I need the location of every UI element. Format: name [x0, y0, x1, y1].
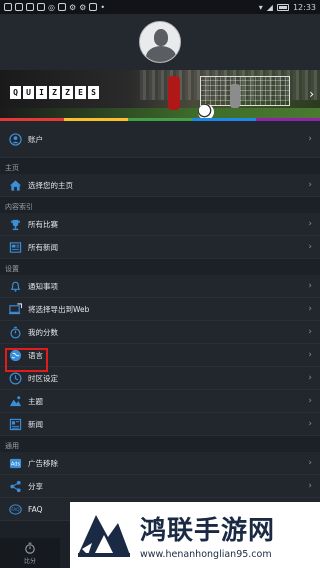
- svg-text:FAQ: FAQ: [11, 507, 20, 513]
- profile-header: [0, 14, 320, 70]
- chevron-right-icon: ›: [309, 87, 314, 101]
- status-bar: ◎ ⚙ ⚙ • ▾ ◢ 12:33: [0, 0, 320, 14]
- menu-item-label: 选择您的主页: [28, 180, 73, 190]
- quiz-letter-tile: Z: [62, 86, 73, 99]
- chevron-right-icon: ›: [308, 350, 312, 360]
- quiz-letter-tile: I: [36, 86, 47, 99]
- watermark-overlay: 鸿联手游网 www.henanhonglian95.com: [70, 502, 320, 568]
- menu-item-label: 所有新闻: [28, 242, 58, 252]
- stopwatch-icon: [8, 325, 22, 339]
- menu-item-label: 主题: [28, 396, 43, 406]
- quiz-letter-tile: S: [88, 86, 99, 99]
- theme-icon: [8, 394, 22, 408]
- trophy-icon: [8, 217, 22, 231]
- notification-icon: [26, 3, 34, 11]
- chevron-right-icon: ›: [308, 242, 312, 252]
- share-item[interactable]: 分享 ›: [0, 475, 320, 498]
- clock-icon: [8, 371, 22, 385]
- share-icon: [8, 479, 22, 493]
- status-time: 12:33: [292, 2, 316, 12]
- chevron-right-icon: ›: [308, 373, 312, 383]
- newspaper-icon: [8, 417, 22, 431]
- chevron-right-icon: ›: [308, 281, 312, 291]
- status-icons-left: ◎ ⚙ ⚙ •: [4, 3, 105, 12]
- chevron-right-icon: ›: [308, 396, 312, 406]
- settings-menu: 账户 › 主页 选择您的主页 › 内容索引 所有比赛 › 所有新闻 › 设置 通知事项 › 将选择导出到W…: [0, 121, 320, 521]
- chevron-right-icon: ›: [308, 134, 312, 144]
- wifi-icon: ▾: [258, 2, 263, 12]
- quiz-letter-tile: E: [75, 86, 86, 99]
- bell-icon: [8, 279, 22, 293]
- my-score-item[interactable]: 我的分数 ›: [0, 321, 320, 344]
- news-icon: [8, 240, 22, 254]
- notification-icon: [4, 3, 12, 11]
- quizzes-banner[interactable]: QUIZZES ›: [0, 70, 320, 120]
- status-icons-right: ▾ ◢ 12:33: [259, 3, 316, 12]
- player-figure: [168, 76, 180, 110]
- chevron-right-icon: ›: [308, 481, 312, 491]
- menu-item-label: 我的分数: [28, 327, 58, 337]
- more-icon: •: [100, 2, 106, 12]
- section-header: 主页: [0, 158, 320, 174]
- menu-item-label: 通知事项: [28, 281, 58, 291]
- news-item[interactable]: 新闻 ›: [0, 413, 320, 436]
- theme-item[interactable]: 主题 ›: [0, 390, 320, 413]
- menu-item-label: 新闻: [28, 419, 43, 429]
- choose-home-item[interactable]: 选择您的主页 ›: [0, 174, 320, 197]
- signal-icon: ◢: [266, 2, 273, 12]
- export-icon: [8, 302, 22, 316]
- notification-icon: [15, 3, 23, 11]
- timezone-item[interactable]: 时区设定 ›: [0, 367, 320, 390]
- menu-item-label: 分享: [28, 481, 43, 491]
- notification-icon: [37, 3, 45, 11]
- notification-icon: [89, 3, 98, 11]
- quiz-letter-tile: Q: [10, 86, 21, 99]
- person-icon: [8, 132, 22, 146]
- chevron-right-icon: ›: [308, 327, 312, 337]
- avatar[interactable]: [139, 21, 181, 63]
- bottom-tab-scores[interactable]: 比分: [0, 538, 60, 568]
- sync-icon: ◎: [48, 2, 55, 12]
- all-matches-item[interactable]: 所有比赛 ›: [0, 213, 320, 236]
- menu-item-label: 时区设定: [28, 373, 58, 383]
- watermark-url: www.henanhonglian95.com: [140, 549, 272, 560]
- menu-item-label: 广告移除: [28, 458, 58, 468]
- stopwatch-icon: [25, 542, 35, 554]
- menu-item-label: 将选择导出到Web: [28, 304, 90, 314]
- remove-ads-item[interactable]: Ads 广告移除 ›: [0, 452, 320, 475]
- bug-icon: ⚙: [68, 2, 77, 12]
- notification-icon: [57, 3, 66, 11]
- quizzes-logo: QUIZZES: [10, 86, 99, 99]
- goalkeeper-figure: [230, 84, 240, 108]
- ads-icon: Ads: [8, 456, 22, 470]
- quiz-letter-tile: U: [23, 86, 34, 99]
- watermark-title: 鸿联手游网: [140, 516, 276, 546]
- chevron-right-icon: ›: [308, 458, 312, 468]
- menu-item-label: 账户: [28, 134, 43, 144]
- chevron-right-icon: ›: [308, 180, 312, 190]
- section-header: 内容索引: [0, 197, 320, 213]
- chevron-right-icon: ›: [308, 219, 312, 229]
- language-item[interactable]: 语言 ›: [0, 344, 320, 367]
- chevron-right-icon: ›: [308, 419, 312, 429]
- svg-text:Ads: Ads: [10, 461, 20, 467]
- menu-item-label: 所有比赛: [28, 219, 58, 229]
- section-header: 设置: [0, 259, 320, 275]
- home-icon: [8, 178, 22, 192]
- faq-icon: FAQ: [8, 502, 22, 516]
- all-news-item[interactable]: 所有新闻 ›: [0, 236, 320, 259]
- menu-item-label: 语言: [28, 350, 43, 360]
- section-header: 通用: [0, 436, 320, 452]
- battery-icon: [276, 3, 289, 11]
- watermark-logo: [78, 515, 130, 557]
- export-web-item[interactable]: 将选择导出到Web ›: [0, 298, 320, 321]
- tab-label: 比分: [23, 557, 36, 565]
- bug-icon: ⚙: [79, 2, 87, 12]
- chevron-right-icon: ›: [308, 304, 312, 314]
- account-item[interactable]: 账户 ›: [0, 121, 320, 158]
- quiz-letter-tile: Z: [49, 86, 60, 99]
- notifications-item[interactable]: 通知事项 ›: [0, 275, 320, 298]
- language-icon: [8, 348, 22, 362]
